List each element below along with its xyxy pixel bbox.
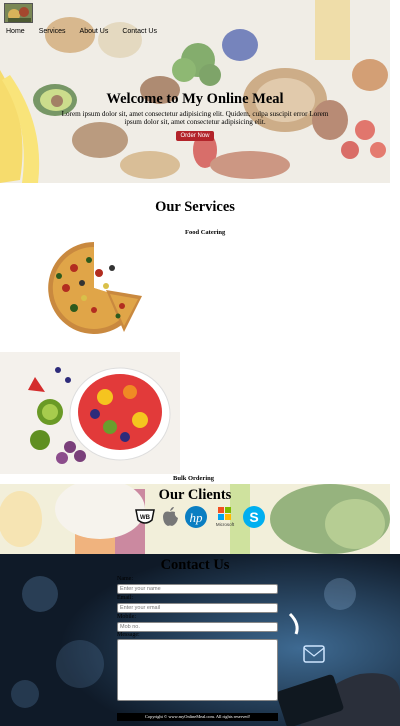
client-logos: WB hp Microsoft S <box>134 505 266 534</box>
nav-about-us[interactable]: About Us <box>80 28 109 35</box>
nav-home[interactable]: Home <box>6 28 25 35</box>
fruit-bowl-illustration <box>0 352 180 474</box>
order-now-button[interactable]: Order Now <box>176 131 214 141</box>
mobile-input[interactable] <box>117 622 278 632</box>
message-textarea[interactable] <box>117 639 278 701</box>
skype-icon: S <box>242 505 266 534</box>
email-label: Email: <box>117 595 133 601</box>
email-input[interactable] <box>117 603 278 613</box>
hero-section: Home Services About Us Contact Us Welcom… <box>0 0 390 183</box>
message-label: Message: <box>117 632 140 638</box>
clients-title: Our Clients <box>158 487 232 503</box>
pizza-image <box>48 242 142 334</box>
footer-copyright: Copyright © www.myOnlineMeal.com. All ri… <box>117 713 278 721</box>
apple-icon <box>160 506 180 533</box>
main-nav: Home Services About Us Contact Us <box>6 28 171 35</box>
service-caption-bulk-ordering: Bulk Ordering <box>173 475 214 482</box>
svg-text:hp: hp <box>190 510 204 525</box>
svg-text:S: S <box>249 509 258 525</box>
services-title: Our Services <box>155 199 235 215</box>
site-logo[interactable] <box>4 3 33 23</box>
fruit-bowl-image <box>0 352 180 474</box>
nav-services[interactable]: Services <box>39 28 66 35</box>
contact-title: Contact Us <box>160 557 230 573</box>
warner-bros-icon: WB <box>134 507 156 532</box>
hp-icon: hp <box>184 505 208 534</box>
svg-text:WB: WB <box>140 515 151 521</box>
hero-title: Welcome to My Online Meal <box>106 91 284 107</box>
name-input[interactable] <box>117 584 278 594</box>
microsoft-wordmark: Microsoft <box>216 522 235 527</box>
name-label: Name: <box>117 576 133 582</box>
nav-contact-us[interactable]: Contact Us <box>122 28 157 35</box>
mobile-label: Mobile: <box>117 614 136 620</box>
hero-text: Lorem ipsum dolor sit, amet consectetur … <box>61 110 329 127</box>
logo-image <box>5 4 32 22</box>
microsoft-icon: Microsoft <box>212 505 238 534</box>
service-caption-food-catering: Food Catering <box>185 229 226 236</box>
